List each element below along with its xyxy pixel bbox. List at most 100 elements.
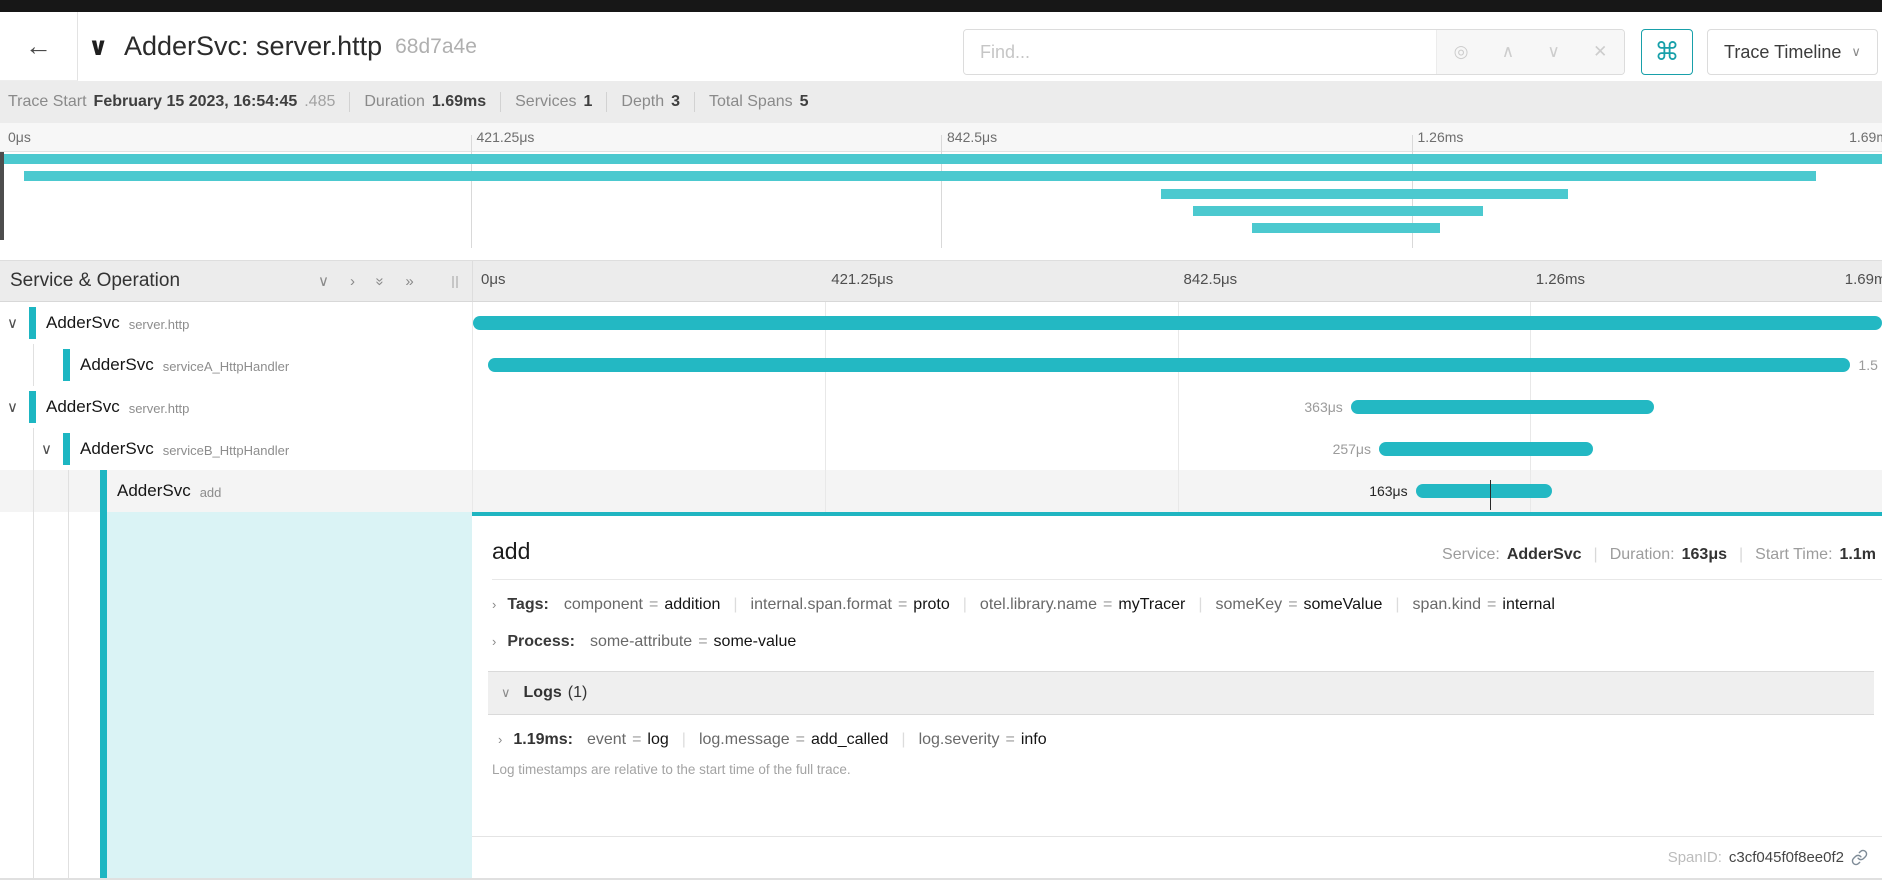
timeline-tick: 0μs xyxy=(481,271,506,288)
minimap-span-bar xyxy=(0,154,1882,164)
find-input[interactable] xyxy=(964,30,1436,74)
indent-guide xyxy=(33,512,34,878)
timeline-ruler: 0μs 421.25μs 842.5μs 1.26ms 1.69ms xyxy=(472,261,1882,301)
trace-id-short: 68d7a4e xyxy=(395,35,477,59)
summary-label: Duration xyxy=(364,93,424,111)
tags-title[interactable]: Tags: xyxy=(507,596,548,614)
indent-guide xyxy=(68,470,69,512)
log-entry-row[interactable]: › 1.19ms: event=log | log.message=add_ca… xyxy=(498,731,1882,749)
span-row-serviceA: AdderSvc serviceA_HttpHandler 1.5 xyxy=(0,344,1882,386)
process-title[interactable]: Process: xyxy=(507,633,575,651)
span-operation-title: add xyxy=(492,538,530,565)
logs-count: (1) xyxy=(568,684,588,702)
service-operation-header: Service & Operation ∨ › » » xyxy=(0,261,472,301)
service-name: AdderSvc xyxy=(46,313,120,333)
trace-collapse-toggle[interactable]: ∨ xyxy=(88,12,108,81)
operation-name: server.http xyxy=(129,398,190,416)
duration-value: 163μs xyxy=(1682,546,1727,564)
divider xyxy=(694,92,695,112)
span-row-add-selected: AdderSvc add 163μs xyxy=(0,470,1882,512)
divider: | xyxy=(682,731,686,749)
trace-view-dropdown[interactable]: Trace Timeline ∨ xyxy=(1707,29,1878,75)
service-operation-label: Service & Operation xyxy=(10,270,180,292)
log-timestamp: 1.19ms: xyxy=(513,731,573,749)
operation-name: add xyxy=(200,482,222,500)
span-timeline-cell: 363μs xyxy=(472,386,1882,428)
chevron-down-icon[interactable]: ∨ xyxy=(7,302,18,344)
chevron-right-icon[interactable]: › xyxy=(492,597,496,612)
gridline xyxy=(825,470,826,512)
chevron-down-icon[interactable]: ∨ xyxy=(7,386,18,428)
span-tree-item[interactable]: ∨ AdderSvc server.http xyxy=(0,386,472,428)
log-value: add_called xyxy=(811,731,888,748)
span-duration-bar[interactable] xyxy=(473,316,1882,330)
collapse-all-icon[interactable]: » xyxy=(372,277,389,285)
trace-minimap[interactable]: 0μs 421.25μs 842.5μs 1.26ms 1.69ms xyxy=(0,123,1882,248)
chevron-down-icon[interactable]: ∨ xyxy=(41,428,52,470)
logs-section-header[interactable]: ∨ Logs (1) xyxy=(488,671,1874,715)
trace-title: AdderSvc: server.http 68d7a4e xyxy=(124,12,477,81)
service-label: Service: xyxy=(1442,546,1500,564)
log-value: info xyxy=(1021,731,1047,748)
summary-services: Services 1 xyxy=(515,93,592,111)
summary-label: Depth xyxy=(621,93,664,111)
minimap-tick: 1.69ms xyxy=(1849,129,1882,145)
keyboard-shortcuts-button[interactable]: ⌘ xyxy=(1641,29,1693,75)
timeline-tick: 421.25μs xyxy=(831,271,893,288)
span-duration-bar[interactable] xyxy=(1351,400,1654,414)
log-key: log.message xyxy=(699,731,790,748)
span-id-row: SpanID: c3cf045f0f8ee0f2 xyxy=(472,836,1882,878)
locate-icon[interactable]: ◎ xyxy=(1454,42,1469,62)
column-resizer-handle[interactable] xyxy=(452,276,458,288)
span-tree-item[interactable]: AdderSvc serviceA_HttpHandler xyxy=(0,344,472,386)
detail-header: add Service: AdderSvc | Duration: 163μs … xyxy=(472,516,1882,565)
divider: | xyxy=(963,596,967,614)
span-duration-bar[interactable] xyxy=(488,358,1849,372)
chevron-right-icon[interactable]: › xyxy=(492,634,496,649)
span-duration-bar[interactable] xyxy=(1379,442,1593,456)
minimap-tick: 421.25μs xyxy=(477,129,535,145)
service-name: AdderSvc xyxy=(46,397,120,417)
prev-match-icon[interactable]: ∧ xyxy=(1502,42,1514,62)
next-match-icon[interactable]: ∨ xyxy=(1547,42,1559,62)
gridline xyxy=(1178,428,1179,470)
copy-link-icon[interactable] xyxy=(1851,849,1868,866)
timeline-tick: 1.26ms xyxy=(1536,271,1585,288)
expand-all-icon[interactable]: » xyxy=(405,273,413,290)
summary-label: Trace Start xyxy=(8,93,87,111)
log-key: log.severity xyxy=(919,731,1000,748)
start-time-label: Start Time: xyxy=(1755,546,1832,564)
divider: | xyxy=(1198,596,1202,614)
log-key: event xyxy=(587,731,626,748)
span-tree-item[interactable]: ∨ AdderSvc server.http xyxy=(0,302,472,344)
logs-footnote: Log timestamps are relative to the start… xyxy=(492,762,1882,777)
tag-key: span.kind xyxy=(1413,596,1482,613)
gridline xyxy=(825,428,826,470)
back-button[interactable]: ← xyxy=(0,12,78,81)
chevron-down-icon: ∨ xyxy=(1851,44,1861,60)
service-color-bar xyxy=(63,433,70,465)
divider xyxy=(492,579,1882,580)
text-cursor-artifact xyxy=(1490,480,1491,510)
gridline xyxy=(825,386,826,428)
service-color-bar xyxy=(100,470,107,512)
summary-total-spans: Total Spans 5 xyxy=(709,93,809,111)
minimap-scrubber-handle[interactable] xyxy=(0,152,4,240)
expand-one-icon[interactable]: › xyxy=(350,273,355,290)
divider: | xyxy=(733,596,737,614)
summary-suffix: .485 xyxy=(304,93,335,111)
gridline xyxy=(1178,470,1179,512)
chevron-right-icon[interactable]: › xyxy=(498,732,502,747)
span-duration-bar[interactable] xyxy=(1416,484,1553,498)
minimap-tick: 0μs xyxy=(8,129,31,145)
divider: | xyxy=(1594,546,1598,564)
divider: | xyxy=(1739,546,1743,564)
span-duration-label: 363μs xyxy=(1304,386,1350,428)
span-tree-item[interactable]: AdderSvc add xyxy=(0,470,472,512)
clear-search-icon[interactable]: ✕ xyxy=(1593,42,1607,62)
summary-trace-start: Trace Start February 15 2023, 16:54:45 .… xyxy=(8,93,335,111)
find-group: ◎ ∧ ∨ ✕ xyxy=(963,29,1625,75)
span-tree-item[interactable]: ∨ AdderSvc serviceB_HttpHandler xyxy=(0,428,472,470)
span-duration-label: 257μs xyxy=(1333,428,1379,470)
collapse-one-icon[interactable]: ∨ xyxy=(318,272,329,290)
